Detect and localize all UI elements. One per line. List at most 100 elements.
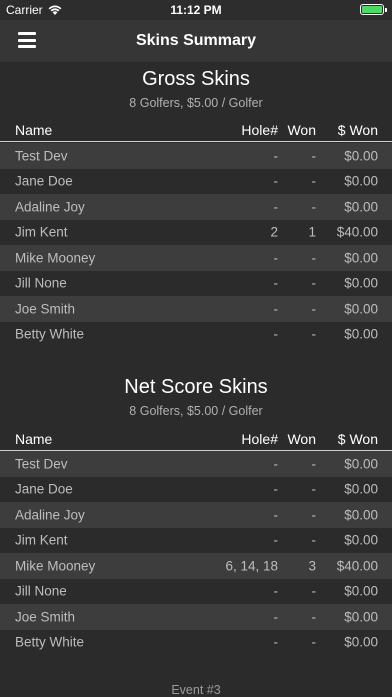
player-name: Betty White xyxy=(15,326,85,342)
column-header-name: Name xyxy=(15,122,53,138)
hole-number: - xyxy=(273,173,279,189)
gross-table-header: Name Hole# Won $ Won xyxy=(0,118,392,142)
skins-won: - xyxy=(311,199,317,215)
table-row[interactable]: Adaline Joy - - $0.00 xyxy=(0,194,392,220)
player-name: Mike Mooney xyxy=(15,558,96,574)
skins-won: 3 xyxy=(308,558,316,574)
column-header-amount: $ Won xyxy=(337,122,378,138)
event-label: Event #3 xyxy=(171,683,221,697)
table-row[interactable]: Betty White - - $0.00 xyxy=(0,322,392,348)
column-header-name: Name xyxy=(15,431,53,447)
amount-won: $0.00 xyxy=(344,301,378,317)
skins-won: - xyxy=(311,609,317,625)
skins-won: - xyxy=(311,532,317,548)
skins-won: - xyxy=(311,173,317,189)
player-name: Joe Smith xyxy=(15,301,76,317)
player-name: Adaline Joy xyxy=(15,507,85,523)
skins-won: - xyxy=(311,583,317,599)
player-name: Jill None xyxy=(15,275,67,291)
hole-number: - xyxy=(273,532,279,548)
column-header-amount: $ Won xyxy=(337,431,378,447)
column-header-won: Won xyxy=(287,122,316,138)
table-row[interactable]: Jane Doe - - $0.00 xyxy=(0,169,392,195)
column-header-hole: Hole# xyxy=(241,122,278,138)
table-row[interactable]: Jane Doe - - $0.00 xyxy=(0,477,392,503)
table-row[interactable]: Joe Smith - - $0.00 xyxy=(0,604,392,630)
table-row[interactable]: Test Dev - - $0.00 xyxy=(0,451,392,477)
table-row[interactable]: Joe Smith - - $0.00 xyxy=(0,296,392,322)
table-row[interactable]: Jim Kent - - $0.00 xyxy=(0,528,392,554)
skins-won: - xyxy=(311,507,317,523)
skins-won: - xyxy=(311,481,317,497)
skins-won: 1 xyxy=(308,224,316,240)
amount-won: $0.00 xyxy=(344,250,378,266)
table-row[interactable]: Jill None - - $0.00 xyxy=(0,271,392,297)
amount-won: $0.00 xyxy=(344,532,378,548)
hole-number: - xyxy=(273,609,279,625)
nav-bar: Skins Summary xyxy=(0,20,392,62)
amount-won: $0.00 xyxy=(344,326,378,342)
hole-number: - xyxy=(273,507,279,523)
hole-number: 6, 14, 18 xyxy=(225,558,278,574)
player-name: Test Dev xyxy=(15,148,68,164)
header-divider xyxy=(0,141,392,142)
player-name: Jane Doe xyxy=(15,481,73,497)
player-name: Jane Doe xyxy=(15,173,73,189)
skins-won: - xyxy=(311,456,317,472)
skins-won: - xyxy=(311,275,317,291)
column-header-hole: Hole# xyxy=(241,431,278,447)
table-row[interactable]: Adaline Joy - - $0.00 xyxy=(0,502,392,528)
amount-won: $40.00 xyxy=(336,224,378,240)
column-header-won: Won xyxy=(287,431,316,447)
amount-won: $0.00 xyxy=(344,275,378,291)
player-name: Joe Smith xyxy=(15,609,76,625)
hole-number: - xyxy=(273,148,279,164)
player-name: Test Dev xyxy=(15,456,68,472)
table-row[interactable]: Jim Kent 2 1 $40.00 xyxy=(0,220,392,246)
player-name: Mike Mooney xyxy=(15,250,96,266)
page-title: Skins Summary xyxy=(135,32,257,49)
table-row[interactable]: Test Dev - - $0.00 xyxy=(0,143,392,169)
status-time: 11:12 PM xyxy=(170,3,222,17)
skins-won: - xyxy=(311,301,317,317)
table-row[interactable]: Jill None - - $0.00 xyxy=(0,579,392,605)
amount-won: $40.00 xyxy=(336,558,378,574)
amount-won: $0.00 xyxy=(344,148,378,164)
amount-won: $0.00 xyxy=(344,456,378,472)
table-row[interactable]: Mike Mooney - - $0.00 xyxy=(0,245,392,271)
skins-won: - xyxy=(311,148,317,164)
amount-won: $0.00 xyxy=(344,634,378,650)
hole-number: - xyxy=(273,199,279,215)
hole-number: - xyxy=(273,583,279,599)
gross-skins-title: Gross Skins xyxy=(142,68,250,90)
gross-skins-subtitle: 8 Golfers, $5.00 / Golfer xyxy=(129,96,263,110)
skins-won: - xyxy=(311,326,317,342)
hole-number: 2 xyxy=(270,224,278,240)
net-skins-title: Net Score Skins xyxy=(124,376,268,398)
hole-number: - xyxy=(273,326,279,342)
amount-won: $0.00 xyxy=(344,609,378,625)
table-row[interactable]: Betty White - - $0.00 xyxy=(0,630,392,656)
player-name: Jill None xyxy=(15,583,67,599)
hole-number: - xyxy=(273,481,279,497)
battery-icon xyxy=(360,4,387,15)
player-name: Adaline Joy xyxy=(15,199,85,215)
amount-won: $0.00 xyxy=(344,199,378,215)
amount-won: $0.00 xyxy=(344,583,378,599)
hole-number: - xyxy=(273,456,279,472)
skins-won: - xyxy=(311,250,317,266)
player-name: Betty White xyxy=(15,634,85,650)
hole-number: - xyxy=(273,250,279,266)
hole-number: - xyxy=(273,301,279,317)
net-table-header: Name Hole# Won $ Won xyxy=(0,427,392,451)
player-name: Jim Kent xyxy=(15,532,68,548)
table-row[interactable]: Mike Mooney 6, 14, 18 3 $40.00 xyxy=(0,553,392,579)
hole-number: - xyxy=(273,275,279,291)
hole-number: - xyxy=(273,634,279,650)
amount-won: $0.00 xyxy=(344,507,378,523)
status-bar: Carrier 11:12 PM xyxy=(0,0,392,20)
net-skins-subtitle: 8 Golfers, $5.00 / Golfer xyxy=(129,404,263,418)
amount-won: $0.00 xyxy=(344,173,378,189)
player-name: Jim Kent xyxy=(15,224,68,240)
amount-won: $0.00 xyxy=(344,481,378,497)
